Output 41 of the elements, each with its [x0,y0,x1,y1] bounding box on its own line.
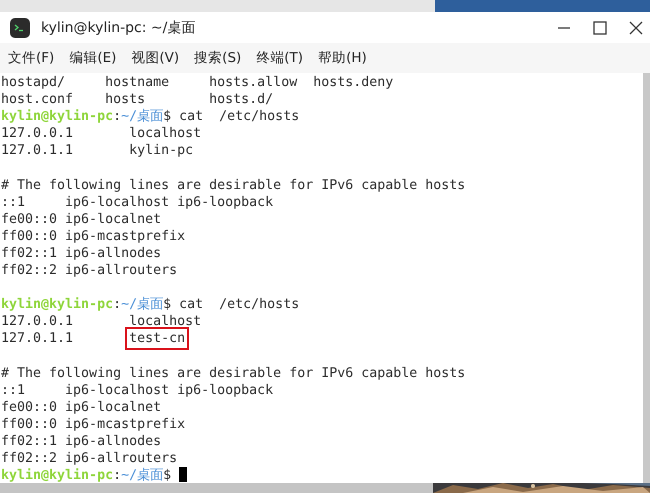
menu-item[interactable]: 编辑(E) [69,49,116,67]
output-text: ff02::1 ip6-allnodes [1,246,162,261]
menu-item[interactable]: 搜索(S) [194,49,242,67]
prompt-path: ~/桌面 [121,297,164,312]
prompt-user: kylin@kylin-pc [1,297,114,312]
prompt-user: kylin@kylin-pc [1,109,114,124]
menu-item[interactable]: 视图(V) [131,49,180,67]
prompt-separator: : [113,297,122,312]
command-text: $ cat /etc/hosts [163,297,300,312]
output-text: # The following lines are desirable for IPv6 capable hosts [1,366,466,381]
output-text: 127.0.1.1 kylin-pc [1,143,194,158]
menu-item[interactable]: 文件(F) [8,49,54,67]
output-text: ff02::2 ip6-allrouters [1,451,178,466]
output-text: ff02::1 ip6-allnodes [1,434,162,449]
output-text: 127.0.0.1 localhost [1,314,202,330]
scrollbar[interactable] [643,73,650,483]
command-text: $ cat /etc/hosts [163,109,300,124]
close-icon[interactable] [629,20,643,34]
maximize-icon[interactable] [593,20,607,34]
output-text: ::1 ip6-localhost ip6-loopback [1,382,274,398]
output-text: hostapd/ hostname hosts.allow hosts.deny [1,75,394,90]
output-text: fe00::0 ip6-localnet [1,212,162,227]
prompt-path: ~/桌面 [121,468,164,484]
output-text: ::1 ip6-localhost ip6-loopback [1,194,274,210]
output-text: fe00::0 ip6-localnet [1,400,162,415]
command-text: $ [163,468,172,484]
output-text: 127.0.0.1 localhost [1,126,202,142]
output-text: host.conf hosts hosts.d/ [1,92,274,108]
prompt-separator: : [113,468,122,484]
output-text: ff00::0 ip6-mcastprefix [1,228,186,244]
prompt-separator: : [113,109,122,124]
prompt-user: kylin@kylin-pc [1,468,114,484]
output-text: ff02::2 ip6-allrouters [1,263,178,278]
menu-item[interactable]: 帮助(H) [318,49,367,67]
output-text: ff00::0 ip6-mcastprefix [1,416,186,432]
terminal-icon [10,18,30,38]
window-title: kylin@kylin-pc: ~/桌面 [41,18,196,36]
output-text: # The following lines are desirable for IPv6 capable hosts [1,178,466,193]
prompt-path: ~/桌面 [121,109,164,124]
output-text: 127.0.1.1 [1,331,74,346]
menu-item[interactable]: 终端(T) [256,49,304,67]
